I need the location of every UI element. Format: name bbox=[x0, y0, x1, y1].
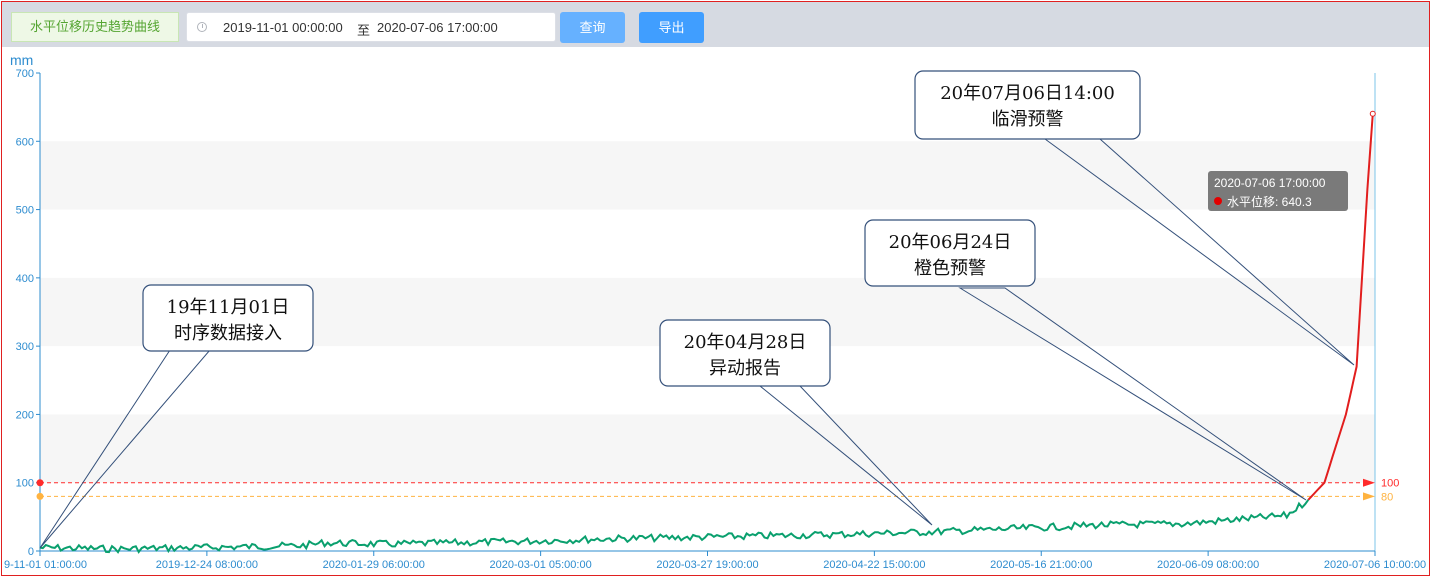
x-tick-label: 2020-05-16 21:00:00 bbox=[990, 559, 1092, 571]
callout-annotation: 20年07月06日14:00 临滑预警 bbox=[914, 70, 1141, 140]
tooltip-value: 水平位移: 640.3 bbox=[1227, 195, 1312, 209]
x-tick-label: 2019-12-24 08:00:00 bbox=[156, 559, 258, 571]
callout-date: 20年07月06日14:00 bbox=[940, 83, 1115, 104]
x-tick-label: 2020-03-27 19:00:00 bbox=[656, 559, 758, 571]
threshold-arrow bbox=[1363, 492, 1375, 501]
grid-band bbox=[40, 141, 1375, 210]
x-tick-label: 9-11-01 01:00:00 bbox=[4, 559, 87, 571]
callout-event: 时序数据接入 bbox=[174, 323, 282, 344]
y-tick-label: 300 bbox=[16, 341, 34, 353]
y-tick-label: 0 bbox=[28, 546, 34, 558]
threshold-label: 100 bbox=[1381, 478, 1399, 490]
y-tick-label: 400 bbox=[16, 273, 34, 285]
series-line-normal bbox=[39, 499, 1310, 554]
callout-event: 异动报告 bbox=[709, 358, 781, 379]
y-tick-label: 200 bbox=[16, 409, 34, 421]
x-tick-label: 2020-07-06 10:00:00 bbox=[1324, 559, 1426, 571]
last-point-marker bbox=[1369, 110, 1376, 117]
callout-annotation: 20年04月28日异动报告 bbox=[659, 319, 831, 387]
threshold-marker bbox=[36, 479, 44, 487]
y-tick-label: 700 bbox=[16, 68, 34, 80]
x-tick-label: 2020-06-09 08:00:00 bbox=[1157, 559, 1259, 571]
x-tick-label: 2020-03-01 05:00:00 bbox=[490, 559, 592, 571]
callout-date: 19年11月01日 bbox=[167, 297, 290, 318]
callout-annotation: 19年11月01日时序数据接入 bbox=[142, 284, 314, 352]
callout-annotation: 20年06月24日橙色预警 bbox=[864, 219, 1036, 287]
displacement-chart: 0 100 200 300 400 500 600 700 9-11-01 01:00:00 2… bbox=[4, 68, 1426, 571]
x-tick-label: 2020-04-22 15:00:00 bbox=[823, 559, 925, 571]
callout-date: 20年06月24日 bbox=[889, 232, 1012, 253]
y-tick-label: 100 bbox=[16, 478, 34, 490]
callout-event: 橙色预警 bbox=[914, 258, 986, 279]
callout-event: 临滑预警 bbox=[992, 109, 1064, 130]
callout-date: 20年04月28日 bbox=[684, 332, 807, 353]
tooltip-time: 2020-07-06 17:00:00 bbox=[1214, 176, 1326, 190]
y-tick-label: 600 bbox=[16, 136, 34, 148]
threshold-label: 80 bbox=[1381, 491, 1393, 503]
y-tick-label: 500 bbox=[16, 205, 34, 217]
x-tick-label: 2020-01-29 06:00:00 bbox=[323, 559, 425, 571]
grid-band bbox=[40, 414, 1375, 483]
series-dot-icon bbox=[1214, 197, 1222, 205]
threshold-marker bbox=[36, 492, 44, 500]
data-tooltip: 2020-07-06 17:00:00 水平位移: 640.3 bbox=[1208, 171, 1348, 211]
